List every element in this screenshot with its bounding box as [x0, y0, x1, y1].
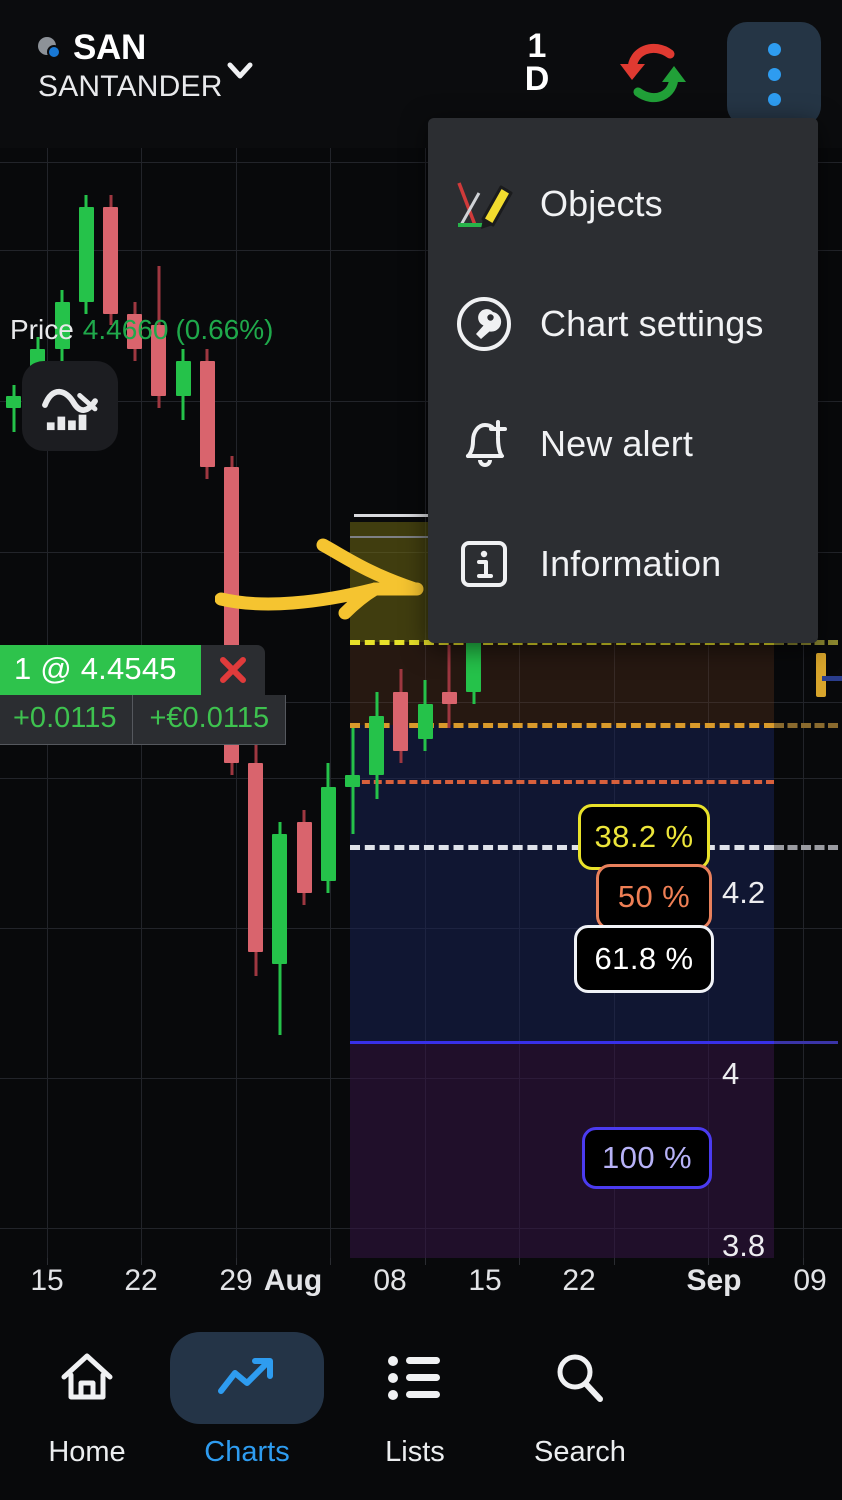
nav-item-search[interactable]: Search — [505, 1332, 655, 1469]
chart-menu-button[interactable] — [727, 22, 821, 126]
menu-item-objects[interactable]: Objects — [428, 154, 818, 254]
fib-line-618-ext — [774, 845, 838, 850]
price-label: Price — [10, 314, 74, 345]
nav-item-charts[interactable]: Charts — [170, 1332, 324, 1469]
symbol-ticker: SAN — [73, 28, 146, 67]
candle — [296, 148, 312, 1260]
list-icon — [384, 1352, 446, 1404]
x-axis-tick: 15 — [468, 1264, 502, 1297]
menu-item-new-alert[interactable]: New alert — [428, 394, 818, 494]
info-box-icon — [428, 536, 540, 592]
price-readout: Price 4.4660 (0.66%) — [10, 314, 273, 346]
refresh-button[interactable] — [612, 38, 694, 108]
x-axis: 15 22 29 Aug 08 15 22 Sep 09 — [0, 1258, 842, 1320]
wrench-circle-icon — [428, 294, 540, 354]
position-pnl-points: +0.0115 — [0, 695, 133, 744]
chart-line-icon — [213, 1349, 281, 1407]
timeframe-unit: D — [524, 59, 550, 98]
indicator-wave-icon — [41, 380, 99, 432]
nav-item-label: Charts — [204, 1436, 290, 1468]
prorealtime-app: Price 4.4660 (0.66%) 1 @ 4.4545 +0.0115 … — [0, 0, 842, 1500]
x-axis-tick: Aug — [263, 1264, 323, 1297]
fib-label-100[interactable]: 100 % — [582, 1127, 712, 1189]
timeframe-button[interactable]: 1 D — [508, 27, 566, 98]
chevron-down-icon[interactable] — [222, 52, 258, 88]
position-pnl-currency: +€0.0115 — [132, 695, 286, 744]
y-axis-tick-4: 4 — [722, 1056, 740, 1091]
x-axis-tick: 22 — [124, 1264, 158, 1297]
price-value: 4.4660 — [82, 314, 169, 345]
menu-item-chart-settings[interactable]: Chart settings — [428, 274, 818, 374]
indicator-button[interactable] — [22, 361, 118, 451]
x-axis-tick: Sep — [686, 1264, 742, 1297]
chart-context-menu[interactable]: Objects Chart settings New alert Informa… — [428, 118, 818, 643]
bottom-navigation: Home Charts Lists Search — [0, 1320, 842, 1500]
fib-line-50-ext — [774, 723, 838, 728]
position-close-button[interactable] — [200, 645, 265, 695]
candle — [345, 148, 360, 1260]
nav-item-label: Search — [534, 1436, 626, 1468]
x-axis-tick: 22 — [562, 1264, 596, 1297]
menu-item-label: New alert — [540, 423, 693, 464]
x-axis-tick: 09 — [793, 1264, 827, 1297]
candle — [393, 148, 409, 1260]
santander-logo-icon — [38, 35, 64, 61]
bell-plus-icon — [428, 414, 540, 474]
nav-item-lists[interactable]: Lists — [340, 1332, 490, 1469]
candle — [320, 148, 336, 1260]
y-axis-tick-4-2: 4.2 — [722, 875, 766, 910]
menu-item-label: Objects — [540, 183, 663, 224]
last-price-line — [822, 676, 842, 681]
menu-item-label: Chart settings — [540, 303, 764, 344]
x-axis-tick: 08 — [373, 1264, 407, 1297]
x-axis-tick: 15 — [30, 1264, 64, 1297]
objects-pencil-icon — [428, 175, 540, 233]
last-price-marker — [816, 653, 826, 697]
position-badge[interactable]: 1 @ 4.4545 +0.0115 +€0.0115 — [0, 645, 287, 745]
nav-item-home[interactable]: Home — [12, 1332, 162, 1469]
price-change: (0.66%) — [175, 314, 274, 345]
position-qty-price: 1 @ 4.4545 — [0, 645, 201, 695]
candle — [369, 148, 385, 1260]
symbol-company: SANTANDER — [38, 70, 223, 103]
timeframe-number: 1 — [527, 27, 547, 65]
fib-label-38-2[interactable]: 38.2 % — [578, 804, 710, 870]
y-axis-tick-3-8: 3.8 — [722, 1228, 766, 1260]
menu-item-label: Information — [540, 543, 722, 584]
nav-item-label: Home — [48, 1436, 126, 1468]
refresh-icon — [612, 38, 694, 108]
fib-label-50[interactable]: 50 % — [596, 864, 712, 930]
kebab-menu-icon — [767, 42, 781, 106]
x-axis-tick: 29 — [219, 1264, 253, 1297]
symbol-selector[interactable]: SAN SANTANDER — [38, 28, 298, 104]
search-icon — [550, 1349, 610, 1407]
menu-item-information[interactable]: Information — [428, 514, 818, 614]
home-icon — [56, 1349, 118, 1407]
close-x-icon — [218, 655, 248, 685]
fib-label-61-8[interactable]: 61.8 % — [574, 925, 714, 993]
nav-item-label: Lists — [385, 1436, 445, 1468]
annotation-arrow — [215, 533, 425, 633]
fib-line-100-ext — [774, 1041, 838, 1044]
